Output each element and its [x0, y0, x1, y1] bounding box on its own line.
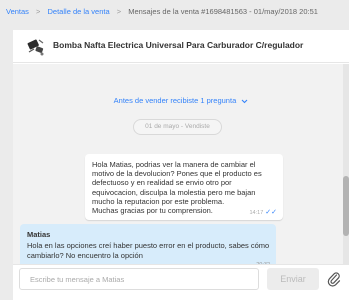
product-header: Bomba Nafta Electrica Universal Para Car…: [13, 30, 349, 63]
previous-questions-label: Antes de vender recibiste 1 pregunta: [113, 96, 237, 105]
paperclip-icon[interactable]: [327, 271, 341, 287]
incoming-message-sender: Matias: [27, 230, 51, 239]
breadcrumb-separator: >: [36, 7, 41, 16]
product-thumbnail[interactable]: [25, 36, 47, 58]
breadcrumb: Ventas > Detalle de la venta > Mensajes …: [0, 0, 349, 24]
breadcrumb-separator: >: [116, 7, 122, 16]
breadcrumb-ventas-link[interactable]: Ventas: [6, 7, 29, 16]
chevron-down-icon: [241, 99, 248, 103]
previous-questions-link[interactable]: Antes de vender recibiste 1 pregunta: [13, 96, 349, 105]
scrollbar-thumb[interactable]: [343, 176, 349, 236]
message-composer: Enviar: [13, 264, 349, 300]
date-separator: 01 de mayo - Vendiste: [133, 119, 222, 135]
outgoing-message-meta: 14:17 ✓✓: [250, 208, 278, 216]
breadcrumb-detalle-link[interactable]: Detalle de la venta: [48, 7, 110, 16]
incoming-message-text: Hola en las opciones creí haber puesto e…: [27, 241, 270, 260]
conversation-card: Bomba Nafta Electrica Universal Para Car…: [13, 30, 349, 300]
message-thread: Antes de vender recibiste 1 pregunta 01 …: [13, 64, 349, 290]
thread-scrollbar[interactable]: [343, 64, 349, 290]
outgoing-message-text: Hola Matias, podrias ver la manera de ca…: [92, 160, 262, 216]
outgoing-message: Hola Matias, podrias ver la manera de ca…: [85, 154, 283, 220]
double-check-icon: ✓✓: [265, 209, 277, 216]
breadcrumb-current: Mensajes de la venta #1698481563 - 01/ma…: [128, 7, 318, 16]
message-input[interactable]: [19, 268, 259, 290]
send-button[interactable]: Enviar: [267, 268, 319, 290]
product-title[interactable]: Bomba Nafta Electrica Universal Para Car…: [53, 40, 303, 50]
outgoing-message-time: 14:17: [249, 210, 264, 216]
